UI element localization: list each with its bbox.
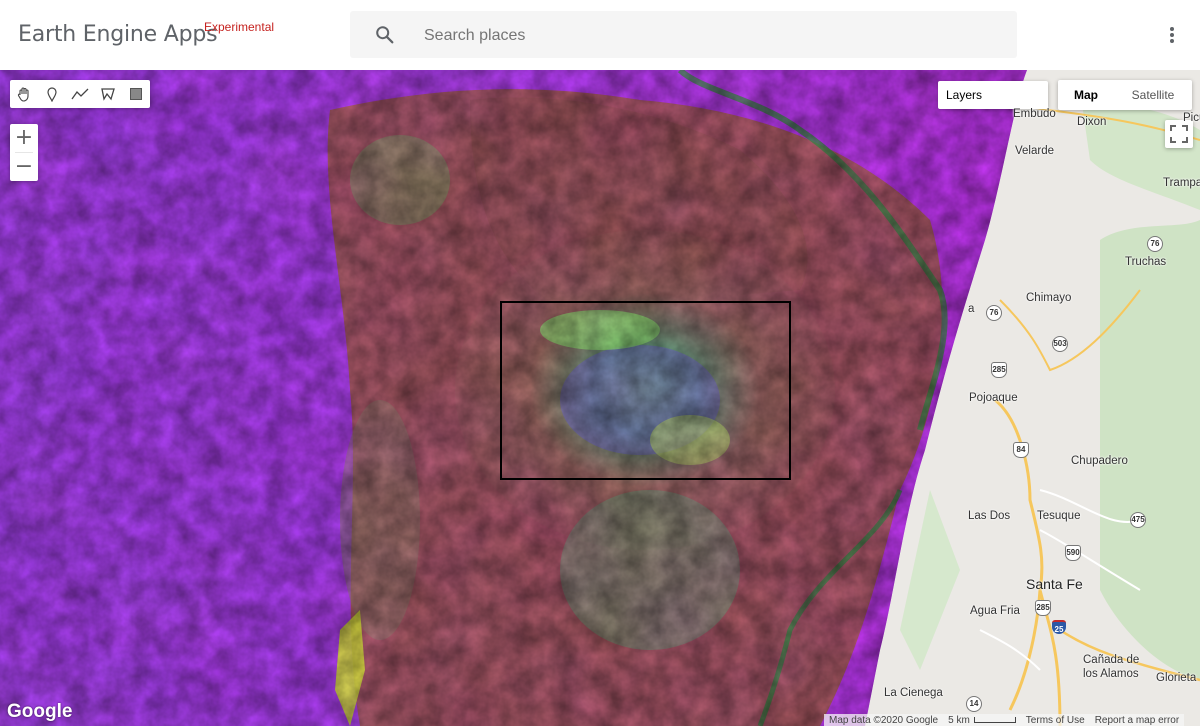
- place-label: Agua Fria: [970, 605, 1020, 617]
- route-shield: 590: [1065, 545, 1081, 561]
- place-label: Chupadero: [1071, 455, 1128, 467]
- more-vert-icon[interactable]: [1160, 23, 1184, 47]
- report-error-link[interactable]: Report a map error: [1090, 715, 1184, 726]
- line-icon[interactable]: [66, 80, 94, 108]
- place-label: La Cienega: [884, 687, 943, 699]
- place-label: Picu: [1183, 112, 1200, 124]
- route-shield: 84: [1013, 442, 1029, 458]
- route-shield: 285: [1035, 600, 1051, 616]
- area-of-interest-rectangle: [500, 301, 791, 480]
- app-title: Earth Engine Apps: [18, 22, 218, 47]
- app-header: Earth Engine Apps Experimental: [0, 0, 1200, 70]
- place-label: Cañada de: [1083, 654, 1140, 666]
- zoom-control: + −: [10, 124, 38, 181]
- map-data-text: Map data ©2020 Google: [829, 714, 939, 726]
- search-box[interactable]: [350, 11, 1017, 60]
- map-attribution: Map data ©2020 Google 5 km Terms of Use …: [824, 714, 1185, 726]
- fullscreen-button[interactable]: [1165, 120, 1193, 148]
- route-shield: 285: [991, 362, 1007, 378]
- rectangle-icon[interactable]: [122, 80, 150, 108]
- scale-bar: [973, 716, 1016, 723]
- zoom-out-button[interactable]: −: [10, 153, 38, 181]
- place-label: Trampa: [1163, 177, 1200, 189]
- place-label: Truchas: [1125, 256, 1167, 268]
- drawing-toolbar: [10, 80, 150, 108]
- map-type-satellite-button[interactable]: Satellite: [1114, 80, 1192, 110]
- map-canvas[interactable]: + − Layers Map Satellite Embudo Dixon Pi…: [0, 70, 1200, 726]
- place-label: Embudo: [1013, 108, 1056, 120]
- search-icon[interactable]: [374, 24, 396, 46]
- place-label: Chimayo: [1026, 292, 1072, 304]
- route-shield: 503: [1052, 336, 1068, 352]
- route-shield: 76: [986, 305, 1002, 321]
- scale-label: 5 km: [948, 714, 970, 726]
- map-type-map-button[interactable]: Map: [1058, 80, 1114, 110]
- place-label: a: [968, 303, 975, 315]
- search-input[interactable]: [422, 11, 986, 60]
- marker-icon[interactable]: [38, 80, 66, 108]
- route-shield: 76: [1147, 236, 1163, 252]
- map-type-control: Map Satellite: [1058, 80, 1192, 110]
- place-label: Las Dos: [968, 510, 1011, 522]
- place-label: Pojoaque: [969, 392, 1018, 404]
- layers-button[interactable]: Layers: [938, 81, 1048, 109]
- experimental-badge: Experimental: [204, 20, 275, 34]
- scale-control[interactable]: 5 km: [943, 715, 1021, 726]
- terms-link[interactable]: Terms of Use: [1021, 715, 1090, 726]
- google-logo: Google: [7, 701, 73, 722]
- fullscreen-icon: [1170, 125, 1188, 143]
- place-label: Tesuque: [1037, 510, 1081, 522]
- interstate-shield: 25: [1052, 620, 1066, 634]
- place-label: los Alamos: [1083, 668, 1139, 680]
- place-label: Dixon: [1077, 116, 1107, 128]
- route-shield: 475: [1130, 512, 1146, 528]
- polygon-icon[interactable]: [94, 80, 122, 108]
- place-label: Glorieta: [1156, 672, 1197, 684]
- zoom-in-button[interactable]: +: [10, 124, 38, 152]
- place-label: Santa Fe: [1026, 576, 1083, 592]
- route-shield: 14: [966, 696, 982, 712]
- hand-icon[interactable]: [10, 80, 38, 108]
- place-label: Velarde: [1015, 145, 1055, 157]
